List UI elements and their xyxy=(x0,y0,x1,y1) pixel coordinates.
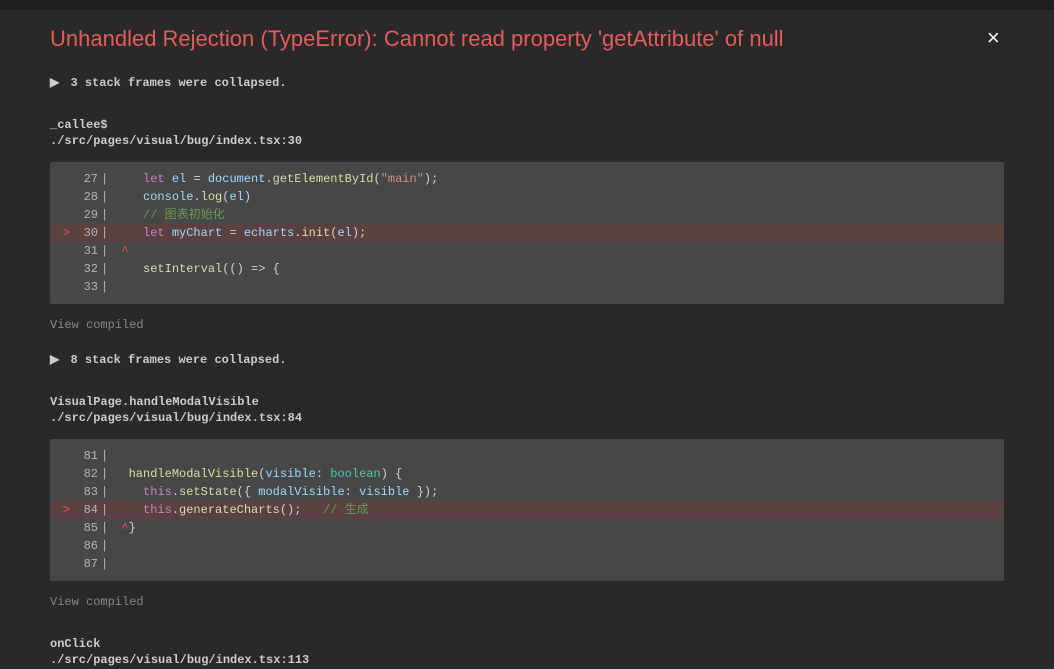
code-line: 29| // 图表初始化 xyxy=(50,206,1004,224)
stack-frame-location: ./src/pages/visual/bug/index.tsx:84 xyxy=(50,411,1004,425)
code-snippet-1: 27| let el = document.getElementById("ma… xyxy=(50,162,1004,304)
code-line: 87| xyxy=(50,555,1004,573)
code-line: 83| this.setState({ modalVisible: visibl… xyxy=(50,483,1004,501)
disclosure-arrow-icon: ▶ xyxy=(50,352,59,367)
code-line: 31| ^ xyxy=(50,242,1004,260)
code-line: 33| xyxy=(50,278,1004,296)
error-overlay: Unhandled Rejection (TypeError): Cannot … xyxy=(0,10,1054,667)
code-line-error: >30| let myChart = echarts.init(el); xyxy=(50,224,1004,242)
stack-frame-function: onClick xyxy=(50,637,1004,651)
code-line: 27| let el = document.getElementById("ma… xyxy=(50,170,1004,188)
view-compiled-link[interactable]: View compiled xyxy=(50,595,1004,609)
window-top-bar xyxy=(0,0,1054,10)
stack-frame-location: ./src/pages/visual/bug/index.tsx:113 xyxy=(50,653,1004,667)
code-line: 82| handleModalVisible(visible: boolean)… xyxy=(50,465,1004,483)
code-line: 81| xyxy=(50,447,1004,465)
code-line: 28| console.log(el) xyxy=(50,188,1004,206)
stack-frame-location: ./src/pages/visual/bug/index.tsx:30 xyxy=(50,134,1004,148)
close-icon[interactable]: × xyxy=(983,25,1004,55)
collapsed-frames-toggle-2[interactable]: ▶ 8 stack frames were collapsed. xyxy=(50,352,1004,367)
code-snippet-2: 81| 82| handleModalVisible(visible: bool… xyxy=(50,439,1004,581)
collapsed-frames-toggle-1[interactable]: ▶ 3 stack frames were collapsed. xyxy=(50,75,1004,90)
code-line-error: >84| this.generateCharts(); // 生成 xyxy=(50,501,1004,519)
code-line: 32| setInterval(() => { xyxy=(50,260,1004,278)
code-line: 86| xyxy=(50,537,1004,555)
stack-frame-function: _callee$ xyxy=(50,118,1004,132)
disclosure-arrow-icon: ▶ xyxy=(50,75,59,90)
error-title: Unhandled Rejection (TypeError): Cannot … xyxy=(50,25,784,54)
collapsed-frames-text: 3 stack frames were collapsed. xyxy=(70,76,286,90)
collapsed-frames-text: 8 stack frames were collapsed. xyxy=(70,353,286,367)
code-line: 85| ^} xyxy=(50,519,1004,537)
stack-frame-function: VisualPage.handleModalVisible xyxy=(50,395,1004,409)
view-compiled-link[interactable]: View compiled xyxy=(50,318,1004,332)
